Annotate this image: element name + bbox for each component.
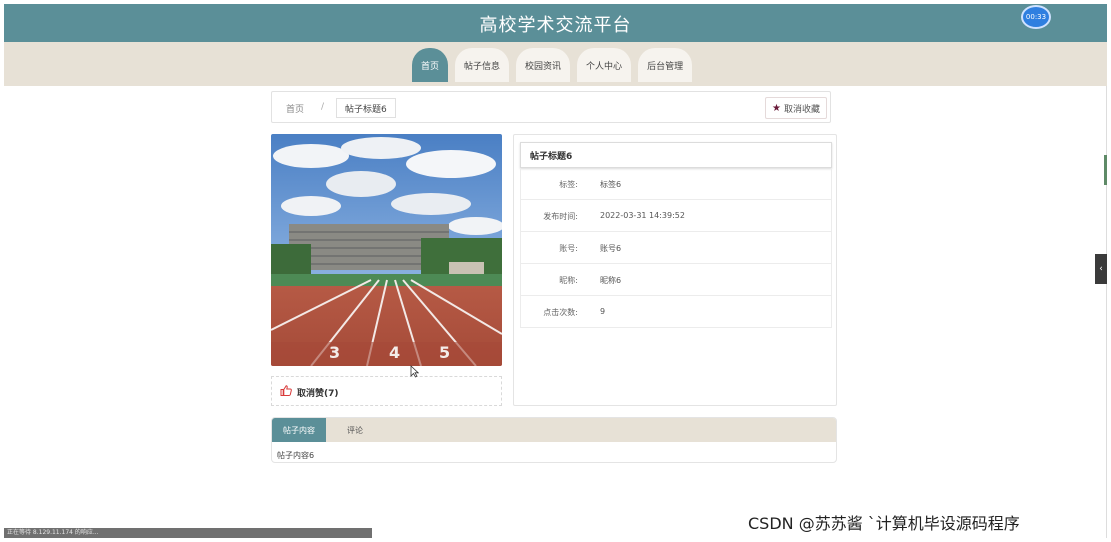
breadcrumb-home-link[interactable]: 首页 <box>286 102 304 115</box>
breadcrumb: 首页 / 帖子标题6 ★ 取消收藏 <box>271 91 831 123</box>
star-icon: ★ <box>772 102 781 114</box>
info-value: 9 <box>600 307 606 316</box>
unfavorite-label: 取消收藏 <box>783 104 820 115</box>
post-title: 帖子标题6 <box>520 142 832 168</box>
tab-post-content[interactable]: 帖子内容 <box>272 418 326 442</box>
info-label: 点击次数: <box>543 308 578 317</box>
mouse-pointer-icon <box>410 363 420 382</box>
thumbs-up-icon <box>280 385 292 399</box>
main-nav: 首页 帖子信息 校园资讯 个人中心 后台管理 <box>412 48 693 82</box>
breadcrumb-separator: / <box>321 102 325 112</box>
running-track-photo: 3 4 5 <box>271 134 502 366</box>
svg-text:4: 4 <box>389 343 400 362</box>
browser-status-bar: 正在等待 8.129.11.174 的响应... <box>4 528 372 538</box>
content-tabs: 帖子内容 评论 帖子内容6 <box>271 417 837 463</box>
post-info-panel: 帖子标题6 标签: 标签6 发布时间: 2022-03-31 14:39:52 … <box>513 134 837 406</box>
side-drawer-handle[interactable]: ‹ <box>1095 254 1107 284</box>
post-image: 3 4 5 <box>271 134 502 366</box>
svg-text:5: 5 <box>439 343 450 362</box>
info-row-account: 账号: 账号6 <box>520 232 832 264</box>
nav-item-campus-news[interactable]: 校园资讯 <box>516 48 571 82</box>
nav-item-home[interactable]: 首页 <box>412 48 449 82</box>
csdn-watermark: CSDN @苏苏酱 `计算机毕设源码程序 <box>748 514 1020 533</box>
info-value: 账号6 <box>600 244 622 253</box>
info-label: 标签: <box>559 180 578 189</box>
post-content-text: 帖子内容6 <box>277 451 315 460</box>
nav-item-posts[interactable]: 帖子信息 <box>455 48 510 82</box>
site-title: 高校学术交流平台 <box>479 15 632 36</box>
info-row-nickname: 昵称: 昵称6 <box>520 264 832 296</box>
timer-badge: 00:33 <box>1021 5 1051 29</box>
tab-comments[interactable]: 评论 <box>326 418 384 442</box>
chevron-left-icon: ‹ <box>1099 264 1103 274</box>
info-row-click-count: 点击次数: 9 <box>520 296 832 328</box>
info-label: 账号: <box>559 244 578 253</box>
info-value: 昵称6 <box>600 276 622 285</box>
info-value: 标签6 <box>600 180 622 189</box>
svg-text:3: 3 <box>329 343 340 362</box>
site-header: 高校学术交流平台 00:33 <box>4 4 1107 42</box>
info-row-tag: 标签: 标签6 <box>520 168 832 200</box>
side-indicator <box>1104 155 1107 185</box>
info-label: 发布时间: <box>543 212 578 221</box>
nav-item-profile[interactable]: 个人中心 <box>577 48 632 82</box>
info-label: 昵称: <box>559 276 578 285</box>
info-value: 2022-03-31 14:39:52 <box>600 211 685 220</box>
unlike-inner: 取消赞(7) <box>280 385 339 399</box>
unlike-button[interactable]: 取消赞(7) <box>271 376 502 406</box>
breadcrumb-current: 帖子标题6 <box>336 98 396 118</box>
unlike-label: 取消赞(7) <box>297 388 339 399</box>
unfavorite-button[interactable]: ★ 取消收藏 <box>765 97 827 119</box>
nav-item-admin[interactable]: 后台管理 <box>638 48 693 82</box>
info-row-publish-time: 发布时间: 2022-03-31 14:39:52 <box>520 200 832 232</box>
